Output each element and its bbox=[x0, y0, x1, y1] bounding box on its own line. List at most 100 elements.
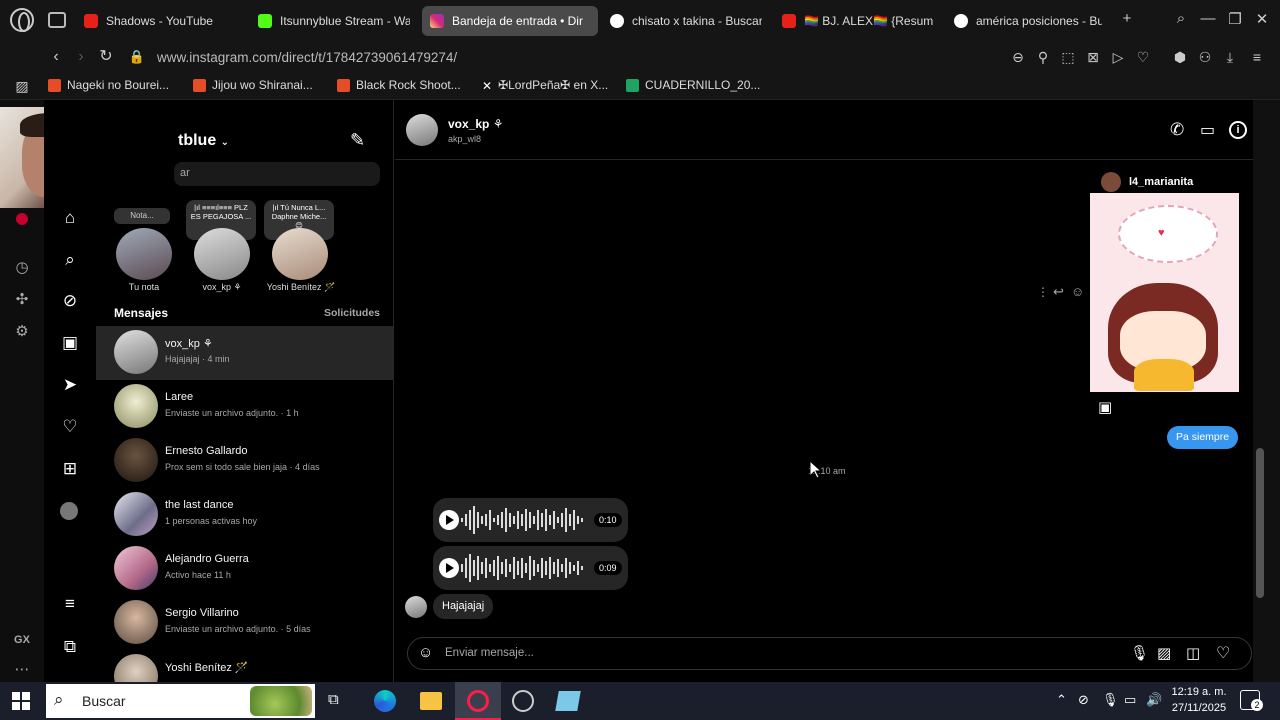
info-icon[interactable]: i bbox=[1229, 121, 1247, 139]
contact-avatar[interactable] bbox=[406, 114, 438, 146]
gx-badge-icon[interactable] bbox=[16, 213, 28, 225]
note-avatar[interactable] bbox=[272, 228, 328, 280]
new-message-icon[interactable]: ✎ bbox=[350, 130, 365, 151]
extensions-puzzle-icon[interactable]: ✣ bbox=[12, 290, 32, 310]
received-message-bubble[interactable]: Hajajajaj bbox=[433, 594, 494, 619]
close-window-icon[interactable]: ✕ bbox=[1251, 10, 1273, 28]
bookmark-toggle-icon[interactable]: ▨ bbox=[12, 76, 32, 96]
play-icon[interactable] bbox=[439, 510, 459, 530]
bookmark-item[interactable]: Jijou wo Shiranai... bbox=[193, 78, 313, 92]
sent-message-bubble[interactable]: Pa siempre bbox=[1167, 426, 1239, 449]
microphone-tray-icon[interactable]: 🎙 bbox=[1102, 692, 1119, 708]
microphone-icon[interactable]: 🎙 bbox=[1130, 644, 1149, 662]
task-view-icon[interactable]: ⧉ bbox=[328, 691, 339, 708]
back-icon[interactable]: ‹ bbox=[45, 46, 67, 68]
video-call-icon[interactable]: ▭ bbox=[1200, 120, 1215, 140]
conversation-row[interactable]: Yoshi Benítez 🪄 bbox=[96, 650, 393, 682]
tab-youtube-bjalex[interactable]: 🏳️‍🌈 BJ. ALEX🏳️‍🌈 {Resum bbox=[774, 6, 942, 36]
search-input[interactable]: ar bbox=[174, 162, 380, 186]
conversation-row[interactable]: Ernesto Gallardo Prox sem si todo sale b… bbox=[96, 434, 393, 488]
wallet-icon[interactable]: ⚇ bbox=[1195, 47, 1215, 67]
clock-time[interactable]: 12:19 a. m. bbox=[1170, 686, 1228, 698]
requests-link[interactable]: Solicitudes bbox=[324, 307, 380, 319]
bookmark-item[interactable]: Black Rock Shoot... bbox=[337, 78, 461, 92]
opera-gx-taskbar-button[interactable] bbox=[455, 682, 501, 720]
bookmark-item[interactable]: ✕ ✠LordPeña✠ en X... bbox=[482, 78, 608, 93]
more-dots-icon[interactable]: ⋯ bbox=[12, 660, 32, 680]
history-icon[interactable]: ◷ bbox=[12, 258, 32, 278]
conversation-row[interactable]: vox_kp ⚘ Hajajajaj · 4 min bbox=[96, 326, 393, 380]
download-icon[interactable]: ⤓ bbox=[1220, 47, 1240, 67]
workspaces-icon[interactable] bbox=[48, 12, 66, 28]
threads-icon[interactable]: ⧉ bbox=[58, 635, 82, 659]
home-icon[interactable]: ⌂ bbox=[58, 206, 82, 230]
note-avatar[interactable] bbox=[116, 228, 172, 280]
tab-kick[interactable]: Itsunnyblue Stream - Wa bbox=[250, 6, 418, 36]
image-upload-icon[interactable]: ▨ bbox=[1157, 644, 1171, 662]
emoji-picker-icon[interactable]: ☺ bbox=[418, 644, 433, 661]
voice-message[interactable]: 0:10 bbox=[433, 498, 628, 542]
adblock-icon[interactable]: ⊠ bbox=[1083, 47, 1103, 67]
lock-icon[interactable]: 🔒 bbox=[126, 46, 148, 68]
bookmark-item[interactable]: Nageki no Bourei... bbox=[48, 78, 169, 92]
reply-icon[interactable]: ↩ bbox=[1053, 284, 1064, 300]
camera-off-icon[interactable]: ⊘ bbox=[1078, 692, 1089, 708]
contact-name[interactable]: vox_kp ⚘ bbox=[448, 117, 503, 131]
like-heart-icon[interactable]: ♡ bbox=[1216, 643, 1230, 663]
account-username[interactable]: tblue ⌄ bbox=[178, 132, 229, 150]
tab-youtube[interactable]: Shadows - YouTube bbox=[76, 6, 244, 36]
scrollbar-thumb[interactable] bbox=[1256, 448, 1264, 598]
notifications-icon[interactable]: 2 bbox=[1240, 690, 1263, 711]
voice-message[interactable]: 0:09 bbox=[433, 546, 628, 590]
messages-send-icon[interactable]: ➤ bbox=[58, 373, 82, 397]
explore-compass-icon[interactable]: ⊘ bbox=[58, 289, 82, 313]
heart-bookmark-icon[interactable]: ♡ bbox=[1133, 47, 1153, 67]
search-icon[interactable]: ⌕ bbox=[58, 248, 82, 272]
phone-call-icon[interactable]: ✆ bbox=[1170, 120, 1184, 140]
pin-icon[interactable]: ⚲ bbox=[1033, 47, 1053, 67]
clock-date[interactable]: 27/11/2025 bbox=[1166, 702, 1232, 714]
conversation-row[interactable]: Laree Enviaste un archivo adjunto. · 1 h bbox=[96, 380, 393, 434]
play-icon[interactable] bbox=[439, 558, 459, 578]
conversation-row[interactable]: Sergio Villarino Enviaste un archivo adj… bbox=[96, 596, 393, 650]
tab-google-chisato[interactable]: chisato x takina - Buscar bbox=[602, 6, 770, 36]
extensions-icon[interactable]: ⬢ bbox=[1170, 47, 1190, 67]
snapshot-icon[interactable]: ⬚ bbox=[1058, 47, 1078, 67]
taskbar-search-input[interactable]: ⌕ Buscar bbox=[46, 684, 315, 718]
more-menu-icon[interactable]: ≡ bbox=[58, 592, 82, 616]
windows-start-icon[interactable] bbox=[12, 692, 34, 714]
profile-avatar[interactable] bbox=[60, 502, 78, 520]
search-tabs-icon[interactable]: ⌕ bbox=[1170, 10, 1192, 27]
conversation-row[interactable]: Alejandro Guerra Activo hace 11 h bbox=[96, 542, 393, 596]
menu-icon[interactable]: ≡ bbox=[1247, 47, 1267, 67]
zoom-out-icon[interactable]: ⊖ bbox=[1008, 47, 1028, 67]
reels-icon[interactable]: ▣ bbox=[58, 331, 82, 355]
obs-icon[interactable] bbox=[512, 690, 534, 712]
minimize-icon[interactable]: — bbox=[1197, 10, 1219, 27]
file-explorer-icon[interactable] bbox=[420, 692, 442, 710]
sticker-icon[interactable]: ◫ bbox=[1186, 644, 1200, 662]
forward-icon[interactable]: › bbox=[70, 46, 92, 68]
tab-instagram[interactable]: Bandeja de entrada • Dir bbox=[422, 6, 598, 36]
create-plus-icon[interactable]: ⊞ bbox=[58, 457, 82, 481]
url-field[interactable]: www.instagram.com/direct/t/1784273906147… bbox=[157, 50, 457, 65]
tab-google-america[interactable]: américa posiciones - Bu bbox=[946, 6, 1110, 36]
notifications-heart-icon[interactable]: ♡ bbox=[58, 415, 82, 439]
volume-icon[interactable]: 🔊 bbox=[1146, 692, 1162, 708]
gx-logo-icon[interactable]: GX bbox=[12, 630, 32, 650]
more-options-icon[interactable]: ⋮ bbox=[1037, 285, 1049, 299]
shared-post-user[interactable]: l4_marianita bbox=[1129, 176, 1193, 188]
send-icon[interactable]: ▷ bbox=[1108, 47, 1128, 67]
message-input[interactable]: ☺ Enviar mensaje... 🎙 ▨ ◫ ♡ bbox=[407, 637, 1252, 670]
note-avatar[interactable] bbox=[194, 228, 250, 280]
edge-browser-icon[interactable] bbox=[374, 690, 396, 712]
react-emoji-icon[interactable]: ☺ bbox=[1071, 284, 1084, 299]
conversation-row[interactable]: the last dance 1 personas activas hoy bbox=[96, 488, 393, 542]
settings-gear-icon[interactable]: ⚙ bbox=[12, 322, 32, 342]
new-tab-plus-icon[interactable]: + bbox=[1116, 10, 1138, 27]
opera-gx-logo-icon[interactable] bbox=[10, 8, 34, 32]
tray-chevron-icon[interactable]: ⌃ bbox=[1056, 692, 1067, 708]
maximize-icon[interactable]: ❐ bbox=[1224, 10, 1246, 28]
notepad-icon[interactable] bbox=[555, 691, 581, 711]
shared-reel-thumbnail[interactable]: ♥ bbox=[1090, 193, 1239, 392]
